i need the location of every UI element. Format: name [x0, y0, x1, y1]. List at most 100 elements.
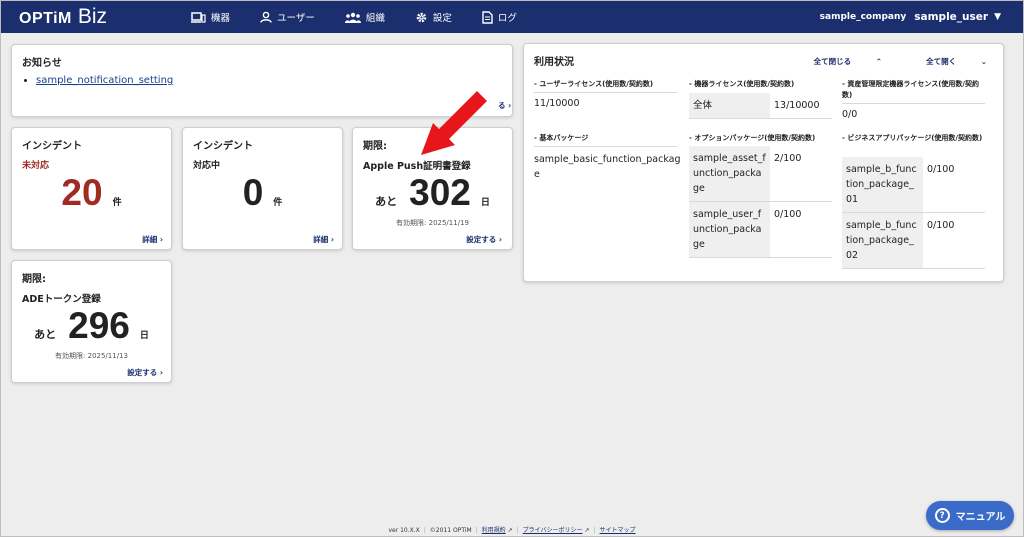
company-name: sample_company [819, 12, 907, 22]
days-remaining: 302 [409, 172, 471, 213]
section-heading: ビジネスアプリパッケージ(使用数/契約数) [847, 134, 983, 142]
detail-link-label: 詳細 [313, 235, 329, 244]
ade-token-expiry-card: 期限: ADEトークン登録 あと 296 日 有効期限: 2025/11/13 … [11, 260, 172, 383]
nav-item-devices[interactable]: 機器 [191, 10, 230, 24]
option-package-toggle[interactable]: - オプションパッケージ(使用数/契約数) [689, 133, 815, 144]
organization-icon [344, 12, 361, 23]
days-prefix: あと [34, 328, 57, 341]
nav-item-logs[interactable]: ログ [482, 10, 517, 24]
expiry-title: 期限: [22, 274, 46, 285]
device-license-table: 全体 13/10000 [689, 93, 832, 119]
expiry-date: 有効期限: 2025/11/19 [396, 219, 469, 227]
top-navigation-bar: OPTiM Biz 機器 ユーザー 組織 設定 ログ sample_compan… [1, 1, 1023, 33]
expiry-count-row: あと 302 日 [353, 172, 512, 214]
row-value: 0/100 [923, 212, 985, 269]
incident-detail-link[interactable]: 詳細 › [142, 234, 163, 245]
usage-title: 利用状況 [534, 57, 574, 68]
caret-down-icon: ▼ [994, 12, 1001, 22]
incident-unit: 件 [273, 198, 283, 208]
nav-item-organization[interactable]: 組織 [344, 10, 385, 24]
expand-all-button[interactable]: 全て開く ⌄ [904, 56, 987, 67]
row-value: 2/100 [770, 146, 832, 202]
nav-item-label: 組織 [365, 13, 385, 24]
expiry-count-row: あと 296 日 [12, 305, 171, 347]
user-icon [260, 11, 272, 23]
optim-biz-logo[interactable]: OPTiM Biz [19, 5, 107, 29]
table-row: sample_b_function_package_01 0/100 [842, 157, 985, 213]
device-license-toggle[interactable]: - 機器ライセンス(使用数/契約数) [689, 79, 794, 90]
chevron-right-icon: › [157, 368, 163, 377]
logo-biz-text: Biz [77, 5, 108, 28]
incident-handling-card: インシデント 対応中 0 件 詳細 › [182, 127, 343, 250]
manual-button-label: マニュアル [955, 512, 1006, 523]
days-remaining: 296 [68, 305, 130, 346]
incident-count-row: 0 件 [183, 172, 342, 214]
incident-count: 0 [242, 172, 264, 213]
account-menu[interactable]: sample_company sample_user ▼ [820, 1, 1001, 33]
notification-link[interactable]: sample_notification_setting [36, 75, 173, 86]
expiry-date: 有効期限: 2025/11/13 [55, 352, 128, 360]
log-icon [482, 10, 493, 24]
settings-link-label: 設定する [127, 368, 158, 377]
basic-package-toggle[interactable]: - 基本パッケージ [534, 133, 588, 144]
row-value: 0/100 [770, 201, 832, 258]
manual-button[interactable]: ? マニュアル [926, 501, 1014, 530]
business-package-toggle[interactable]: - ビジネスアプリパッケージ(使用数/契約数) [842, 133, 988, 144]
expiry-title: 期限: [363, 141, 387, 152]
incident-unhandled-card: インシデント 未対応 20 件 詳細 › [11, 127, 172, 250]
section-heading: 基本パッケージ [539, 134, 589, 142]
nav-item-label: 設定 [432, 13, 452, 24]
incident-unit: 件 [112, 198, 122, 208]
nav-item-label: 機器 [211, 13, 231, 24]
asset-license-value: 0/0 [842, 109, 858, 120]
sitemap-link[interactable]: サイトマップ [600, 527, 636, 534]
incident-status: 対応中 [193, 161, 221, 171]
annotation-arrow-icon [421, 91, 487, 155]
asset-license-toggle[interactable]: - 資産管理限定機器ライセンス(使用数/契約数) [842, 79, 988, 101]
user-license-toggle[interactable]: - ユーザーライセンス(使用数/契約数) [534, 79, 653, 90]
copyright-text: ©2011 OPTiM [429, 527, 472, 534]
section-divider [534, 92, 677, 93]
chevron-down-icon: ⌄ [980, 57, 987, 66]
notification-title: お知らせ [22, 58, 62, 69]
ade-token-settings-link[interactable]: 設定する › [127, 367, 163, 378]
terms-link[interactable]: 利用規約 [482, 527, 506, 534]
row-value: 13/10000 [770, 93, 832, 119]
incident-status: 未対応 [22, 161, 50, 171]
notification-more-link[interactable]: る › [498, 100, 511, 111]
incident-detail-link[interactable]: 詳細 › [313, 234, 334, 245]
expiry-item-name: Apple Push証明書登録 [363, 161, 471, 172]
section-heading: 資産管理限定機器ライセンス(使用数/契約数) [842, 80, 979, 99]
nav-item-label: ユーザー [277, 13, 315, 24]
nav-item-settings[interactable]: 設定 [415, 10, 452, 24]
main-nav: 機器 ユーザー 組織 設定 ログ [191, 1, 547, 33]
expiry-item-name: ADEトークン登録 [22, 294, 101, 305]
privacy-link[interactable]: プライバシーポリシー [523, 527, 583, 534]
table-row: sample_asset_function_package 2/100 [689, 146, 832, 202]
logo-optim-text: OPTiM [19, 10, 72, 27]
chevron-right-icon: › [328, 235, 334, 244]
version-text: ver 10.X.X [388, 527, 420, 534]
user-name: sample_user [914, 11, 989, 23]
expand-all-label: 全て開く [926, 57, 957, 66]
row-name: sample_asset_function_package [689, 146, 770, 202]
collapse-all-button[interactable]: 全て閉じる ⌃ [792, 56, 882, 67]
more-link-label: る [498, 101, 506, 110]
table-row: 全体 13/10000 [689, 93, 832, 119]
option-package-table: sample_asset_function_package 2/100 samp… [689, 146, 832, 258]
section-heading: ユーザーライセンス(使用数/契約数) [539, 80, 654, 88]
nav-item-users[interactable]: ユーザー [260, 10, 315, 24]
chevron-up-icon: ⌃ [875, 57, 883, 66]
days-unit: 日 [480, 198, 490, 208]
section-divider [842, 103, 985, 104]
table-row: sample_user_function_package 0/100 [689, 201, 832, 258]
table-row: sample_b_function_package_02 0/100 [842, 212, 985, 269]
apple-push-settings-link[interactable]: 設定する › [466, 234, 502, 245]
settings-link-label: 設定する [466, 235, 497, 244]
notification-list: sample_notification_setting [36, 75, 173, 86]
question-icon: ? [934, 508, 950, 523]
incident-count-row: 20 件 [12, 172, 171, 214]
days-prefix: あと [375, 195, 398, 208]
row-name: 全体 [689, 93, 770, 119]
incident-title: インシデント [193, 141, 253, 152]
